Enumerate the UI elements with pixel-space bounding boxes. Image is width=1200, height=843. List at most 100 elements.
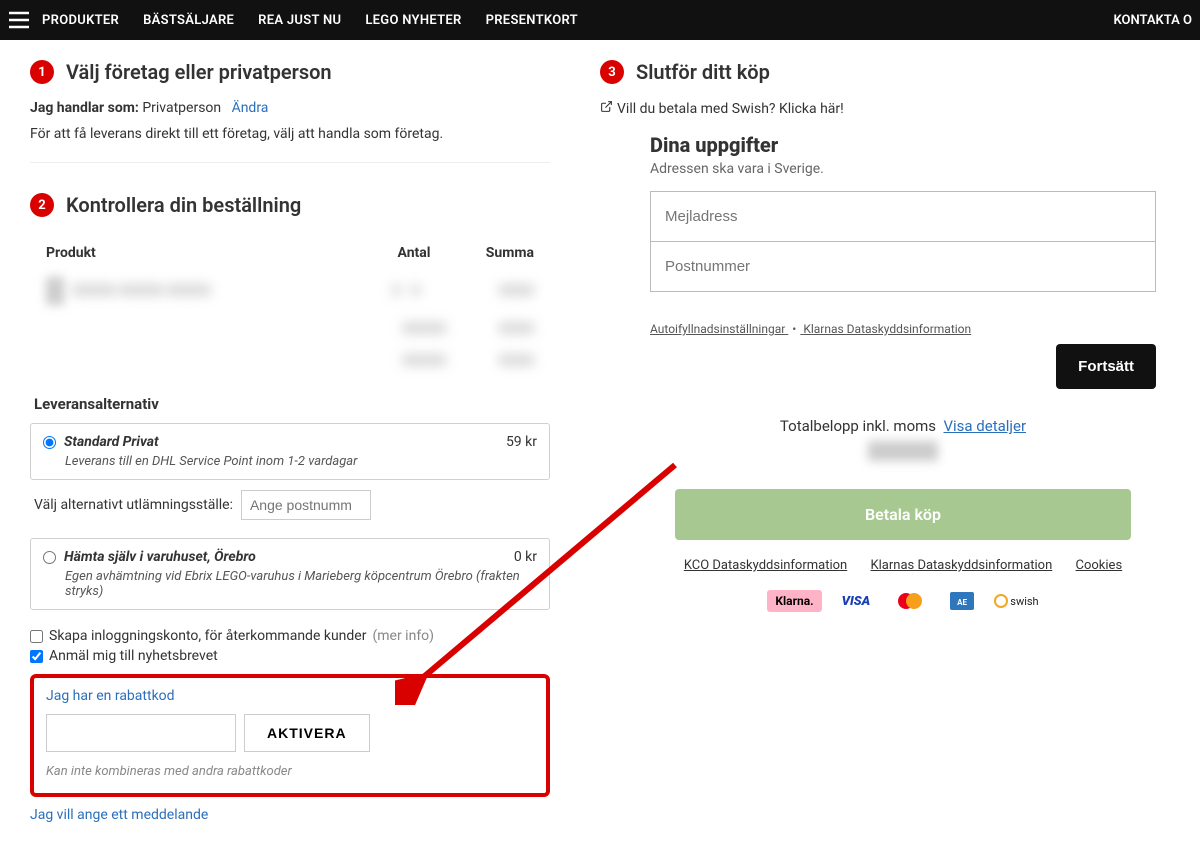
step1-title: Välj företag eller privatperson [66,60,332,84]
shop-as-line: Jag handlar som: Privatperson Ändra [30,100,550,116]
step3-header: 3 Slutför ditt köp [600,60,1160,84]
total-label-redacted: XXXXX [346,353,446,369]
ship-price-pickup: 0 kr [514,549,537,565]
total-value-redacted: XXXX [454,353,534,369]
product-name-redacted: XXXXX XXXXX XXXXX [72,283,358,299]
shop-as-label: Jag handlar som: [30,100,139,116]
add-message-link[interactable]: Jag vill ange ett meddelande [30,807,208,823]
step2-badge: 2 [30,193,54,217]
ship-name-standard: Standard Privat [64,434,498,450]
autofill-link[interactable]: Autoifyllnadsinställningar [650,322,785,336]
svg-text:AE: AE [957,598,967,607]
ship-option-pickup[interactable]: Hämta själv i varuhuset, Örebro 0 kr Ege… [30,538,550,610]
subtotal-label-redacted: XXXXX [316,321,446,337]
cookies-link[interactable]: Cookies [1076,558,1123,573]
step2-title: Kontrollera din beställning [66,193,301,217]
table-header-row: Produkt Antal Summa [30,237,550,269]
nav-bestsellers[interactable]: BÄSTSÄLJARE [143,13,234,28]
left-column: 1 Välj företag eller privatperson Jag ha… [30,60,550,823]
show-details-link[interactable]: Visa detaljer [943,417,1026,435]
shop-as-value: Privatperson [142,100,221,116]
footer-links: KCO Dataskyddsinformation Klarnas Datask… [650,558,1156,573]
swish-link[interactable]: Vill du betala med Swish? Klicka här! [600,100,844,117]
top-navbar: PRODUKTER BÄSTSÄLJARE REA JUST NU LEGO N… [0,0,1200,40]
swish-badge-icon: swish [994,594,1038,608]
klarna-small-links: Autoifyllnadsinställningar • Klarnas Dat… [650,322,1156,336]
total-amount-redacted [650,441,1156,465]
continue-row: Fortsätt [650,344,1156,389]
ship-price-standard: 59 kr [506,434,537,450]
pickup-label: Välj alternativt utlämningsställe: [34,497,233,513]
kco-privacy-link[interactable]: KCO Dataskyddsinformation [684,558,847,573]
pickup-zip-input[interactable] [241,490,371,520]
pay-button[interactable]: Betala köp [675,489,1130,540]
th-product: Produkt [46,245,374,261]
change-link[interactable]: Ändra [232,100,269,116]
step1-header: 1 Välj företag eller privatperson [30,60,550,84]
total-row: XXXXX XXXX [30,345,550,377]
table-row: XXXXX XXXXX XXXXX X X XXXX [30,269,550,313]
klarna-badge-icon: Klarna. [767,590,821,612]
klarna-privacy-link[interactable]: Klarnas Dataskyddsinformation [870,558,1052,573]
hamburger-menu-icon[interactable] [8,11,30,29]
dot-sep: • [788,322,800,336]
step1-badge: 1 [30,60,54,84]
order-table: Produkt Antal Summa XXXXX XXXXX XXXXX X … [30,237,550,377]
step3-badge: 3 [600,60,624,84]
delivery-heading: Leveransalternativ [34,395,550,413]
continue-button[interactable]: Fortsätt [1056,344,1156,389]
divider [30,162,550,163]
klarna-title: Dina uppgifter [650,133,1156,157]
step2-section: 2 Kontrollera din beställning Produkt An… [30,193,550,823]
ship-radio-pickup[interactable] [43,551,56,564]
nav-giftcard[interactable]: PRESENTKORT [486,13,578,28]
klarna-subtitle: Adressen ska vara i Sverige. [650,161,1156,177]
step2-header: 2 Kontrollera din beställning [30,193,550,217]
subtotal-value-redacted: XXXX [454,321,534,337]
newsletter-checkbox[interactable] [30,650,43,663]
swish-text: Vill du betala med Swish? Klicka här! [617,101,844,117]
amex-badge-icon: AE [944,589,980,613]
sum-redacted: XXXX [454,283,534,299]
checkout-page: 1 Välj företag eller privatperson Jag ha… [0,40,1200,843]
coupon-box: Jag har en rabattkod AKTIVERA Kan inte k… [30,674,550,797]
total-label: Totalbelopp inkl. moms [780,417,936,435]
create-account-label: Skapa inloggningskonto, för återkommande… [49,628,366,644]
ship-option-standard[interactable]: Standard Privat 59 kr Leverans till en D… [30,423,550,480]
th-qty: Antal [374,245,454,261]
nav-links: PRODUKTER BÄSTSÄLJARE REA JUST NU LEGO N… [42,13,578,28]
subtotal-row: XXXXX XXXX [30,313,550,345]
coupon-note: Kan inte kombineras med andra rabattkode… [46,764,534,779]
newsletter-row: Anmäl mig till nyhetsbrevet [30,648,550,664]
zip-field[interactable] [650,242,1156,292]
more-info-link[interactable]: (mer info) [372,628,434,644]
nav-products[interactable]: PRODUKTER [42,13,119,28]
privacy-link[interactable]: Klarnas Dataskyddsinformation [803,322,971,336]
payment-badges: Klarna. VISA AE swish [650,589,1156,613]
coupon-input[interactable] [46,714,236,752]
pickup-point-row: Välj alternativt utlämningsställe: [34,490,550,520]
create-account-row: Skapa inloggningskonto, för återkommande… [30,628,550,644]
activate-coupon-button[interactable]: AKTIVERA [244,714,370,752]
klarna-widget: Dina uppgifter Adressen ska vara i Sveri… [600,133,1160,613]
product-thumb [46,277,64,305]
ship-desc-pickup: Egen avhämtning vid Ebrix LEGO-varuhus i… [65,569,537,599]
have-coupon-link[interactable]: Jag har en rabattkod [46,688,175,704]
nav-news[interactable]: LEGO NYHETER [365,13,461,28]
ship-desc-standard: Leverans till en DHL Service Point inom … [65,454,537,469]
th-sum: Summa [454,245,534,261]
ship-radio-standard[interactable] [43,436,56,449]
total-line: Totalbelopp inkl. moms Visa detaljer [650,417,1156,435]
right-column: 3 Slutför ditt köp Vill du betala med Sw… [600,60,1160,823]
nav-sale[interactable]: REA JUST NU [258,13,341,28]
coupon-row: AKTIVERA [46,714,534,752]
external-link-icon [600,100,613,117]
create-account-checkbox[interactable] [30,630,43,643]
nav-contact[interactable]: KONTAKTA O [1113,13,1192,28]
newsletter-label: Anmäl mig till nyhetsbrevet [49,648,218,664]
step3-title: Slutför ditt köp [636,60,770,84]
ship-name-pickup: Hämta själv i varuhuset, Örebro [64,549,506,565]
email-field[interactable] [650,191,1156,242]
mastercard-badge-icon [890,589,930,613]
company-note: För att få leverans direkt till ett före… [30,126,550,142]
